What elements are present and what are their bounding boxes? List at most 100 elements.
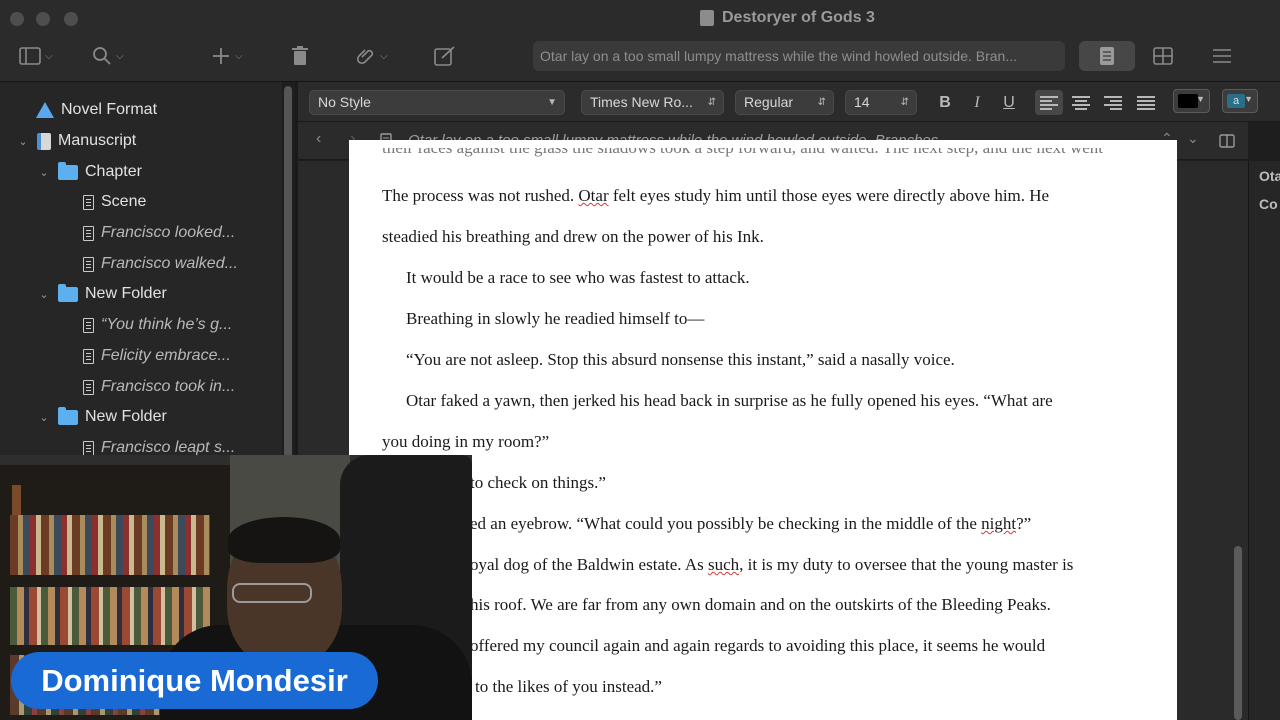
- text-line: steadied his breathing and drew on the p…: [382, 227, 764, 246]
- disclosure-triangle-icon[interactable]: ⌄: [37, 288, 51, 301]
- project-icon: [700, 10, 714, 26]
- sidebar-toggle-button[interactable]: ⌵: [19, 42, 53, 70]
- sidebar-icon: [19, 47, 41, 65]
- font-weight-value: Regular: [744, 94, 794, 110]
- document-view-button[interactable]: [1079, 41, 1135, 71]
- next-document-button[interactable]: ⌄: [1187, 130, 1199, 147]
- books-row: [10, 515, 210, 575]
- italic-button[interactable]: I: [964, 90, 990, 115]
- outline-view-icon: [1213, 49, 1231, 63]
- paragraph-style-value: No Style: [318, 94, 371, 110]
- highlight-color-button[interactable]: a ▼: [1222, 89, 1258, 113]
- paperclip-icon: [356, 49, 374, 65]
- text-line: oyal dog of the Baldwin estate. As such,…: [470, 555, 1074, 574]
- folder-icon: [58, 161, 78, 180]
- align-justify-button[interactable]: [1132, 90, 1160, 115]
- binder-item-chapter[interactable]: ⌄ Chapter: [37, 159, 142, 185]
- chevron-down-icon: ▼: [547, 97, 557, 108]
- binder-item-document[interactable]: Francisco took in...: [83, 374, 235, 400]
- chevron-down-icon: ▼: [1244, 94, 1253, 104]
- binder-item-label: Francisco looked...: [101, 224, 236, 241]
- add-button[interactable]: ⌵: [211, 42, 243, 70]
- document-view-icon: [1100, 47, 1114, 65]
- page-icon: [83, 256, 94, 272]
- misspelled-word[interactable]: such: [708, 555, 739, 574]
- window-title: Destoryer of Gods 3: [700, 8, 875, 28]
- underline-button[interactable]: U: [996, 90, 1022, 115]
- editor-scrollbar[interactable]: [1234, 546, 1242, 720]
- inspector-title: Ota: [1259, 168, 1280, 184]
- updown-arrows-icon: ⇵: [817, 97, 826, 108]
- binder-item-new-folder[interactable]: ⌄ New Folder: [37, 281, 167, 307]
- text-line: The process was not rushed. Otar felt ey…: [382, 186, 1050, 205]
- books-row: [10, 587, 210, 645]
- outliner-view-button[interactable]: [1200, 41, 1244, 71]
- align-right-button[interactable]: [1099, 90, 1127, 115]
- misspelled-word[interactable]: Otar: [578, 186, 608, 205]
- disclosure-triangle-icon[interactable]: ⌄: [37, 411, 51, 424]
- binder-item-scene[interactable]: Scene: [83, 189, 146, 215]
- manuscript-icon: [37, 132, 51, 150]
- updown-arrows-icon: ⇵: [900, 97, 909, 108]
- binder-item-label: Francisco took in...: [101, 378, 236, 395]
- page-icon: [83, 317, 94, 333]
- binder-item-document[interactable]: Francisco walked...: [83, 251, 238, 277]
- disclosure-triangle-icon[interactable]: ⌄: [37, 166, 51, 179]
- inspector-section-label: Co: [1259, 196, 1278, 212]
- binder-item-document[interactable]: “You think he’s g...: [83, 312, 232, 338]
- align-left-button[interactable]: [1035, 90, 1063, 115]
- misspelled-word[interactable]: night: [981, 514, 1016, 533]
- go-back-button[interactable]: ‹: [316, 130, 321, 148]
- chevron-down-icon: ⌵: [116, 50, 124, 62]
- binder-item-new-folder[interactable]: ⌄ New Folder: [37, 404, 167, 430]
- text-line: Otar faked a yawn, then jerked his head …: [406, 391, 1053, 410]
- binder-item-manuscript[interactable]: ⌄ Manuscript: [16, 128, 136, 154]
- text-line: to check on things.”: [470, 473, 606, 492]
- trash-icon: [292, 46, 308, 65]
- minimize-window-button[interactable]: [36, 12, 50, 26]
- bold-button[interactable]: B: [932, 90, 958, 115]
- close-window-button[interactable]: [10, 12, 24, 26]
- font-weight-select[interactable]: Regular ⇵: [735, 90, 834, 115]
- text-color-button[interactable]: ▼: [1173, 89, 1210, 113]
- folder-icon: [58, 406, 78, 425]
- disclosure-triangle-icon[interactable]: ⌄: [16, 135, 30, 148]
- binder-item-label: New Folder: [85, 285, 167, 302]
- inspector-panel: Ota Co: [1248, 161, 1280, 720]
- align-center-button[interactable]: [1067, 90, 1095, 115]
- binder-item-document[interactable]: Felicity embrace...: [83, 343, 231, 369]
- zoom-window-button[interactable]: [64, 12, 78, 26]
- window-title-text: Destoryer of Gods 3: [722, 9, 875, 26]
- quick-search-field[interactable]: Otar lay on a too small lumpy mattress w…: [533, 41, 1065, 71]
- person-glasses: [232, 583, 312, 603]
- binder-item-label: “You think he’s g...: [101, 316, 233, 333]
- page-icon: [83, 194, 94, 210]
- text-line: you doing in my room?”: [382, 432, 550, 451]
- binder-item-document[interactable]: Francisco looked...: [83, 220, 235, 246]
- chevron-down-icon: ⌵: [45, 50, 53, 62]
- format-warning-icon: [36, 102, 54, 118]
- paragraph-style-select[interactable]: No Style ▼: [309, 90, 565, 115]
- highlight-color-swatch: a: [1227, 94, 1245, 108]
- font-family-select[interactable]: Times New Ro... ⇵: [581, 90, 724, 115]
- format-bar: No Style ▼ Times New Ro... ⇵ Regular ⇵ 1…: [298, 82, 1280, 122]
- font-family-value: Times New Ro...: [590, 94, 693, 110]
- add-icon: [213, 48, 229, 64]
- compose-button[interactable]: [434, 42, 456, 70]
- updown-arrows-icon: ⇵: [707, 97, 716, 108]
- page-icon: [83, 225, 94, 241]
- split-editor-icon[interactable]: [1219, 134, 1235, 148]
- text-line: to the likes of you instead.”: [475, 677, 662, 696]
- binder-item-label: Chapter: [85, 163, 142, 180]
- binder-item-novel-format[interactable]: Novel Format: [36, 97, 157, 123]
- editor-page[interactable]: their faces against the glass the shadow…: [349, 140, 1177, 720]
- binder-item-label: Manuscript: [58, 132, 137, 149]
- font-size-select[interactable]: 14 ⇵: [845, 90, 917, 115]
- trash-button[interactable]: [291, 42, 309, 70]
- binder-scrollbar[interactable]: [284, 86, 292, 458]
- search-button[interactable]: ⌵: [92, 42, 124, 70]
- corkboard-view-button[interactable]: [1140, 41, 1186, 71]
- font-size-value: 14: [854, 94, 870, 110]
- attach-button[interactable]: ⌵: [356, 42, 388, 70]
- binder-item-label: Scene: [101, 193, 147, 210]
